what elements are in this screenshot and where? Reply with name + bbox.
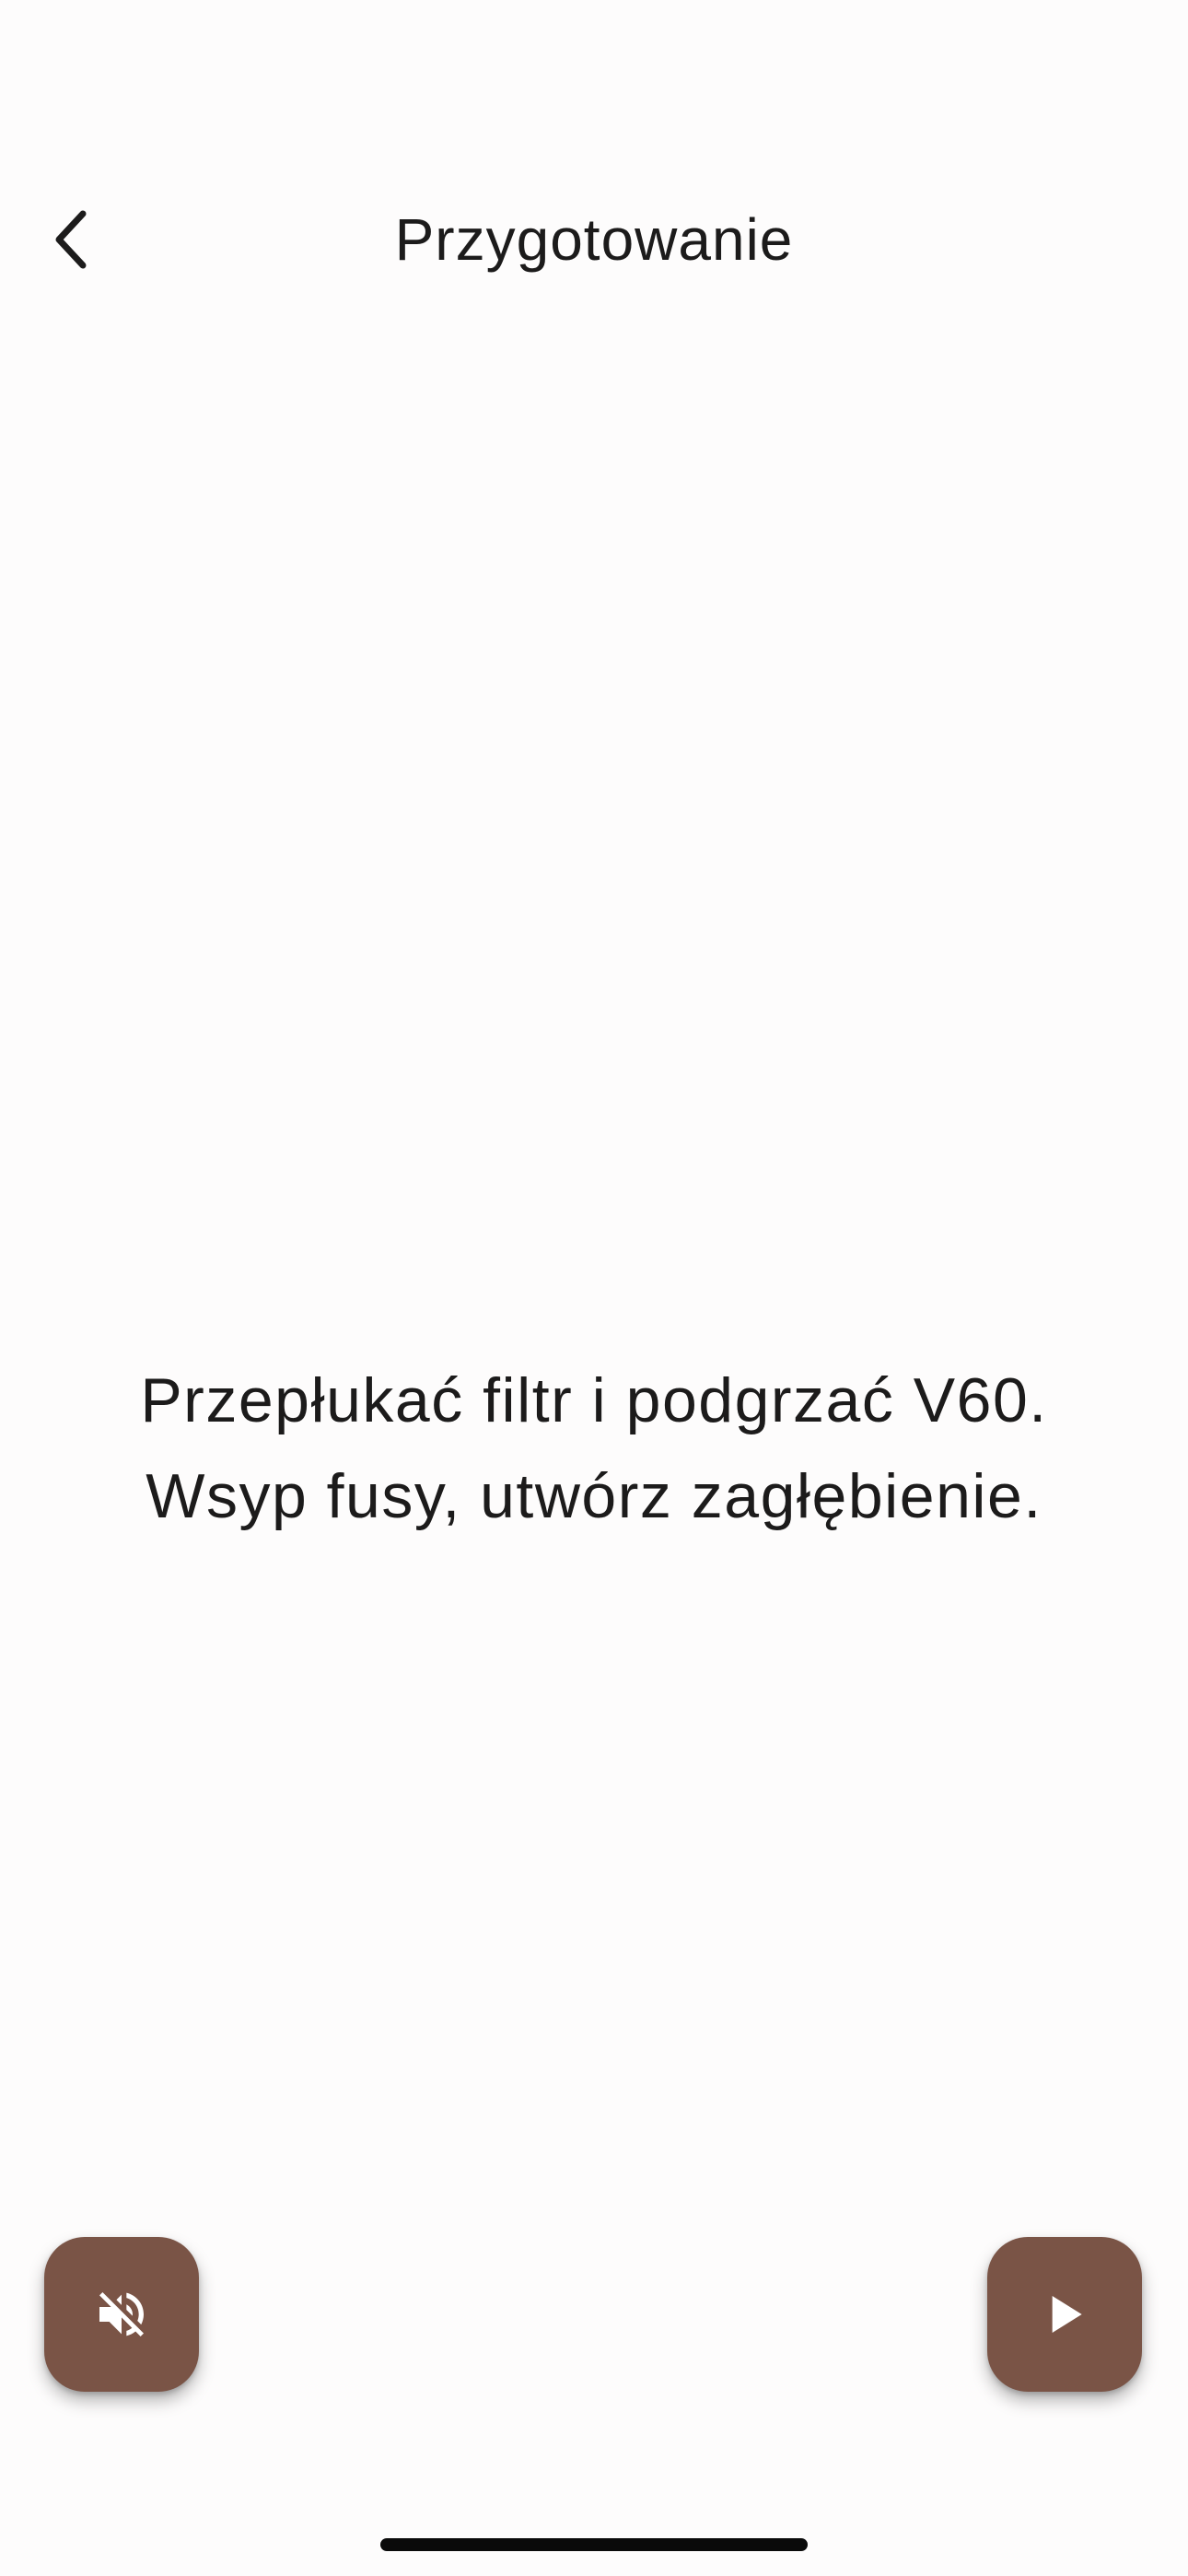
step-instructions: Przepłukać filtr i podgrzać V60. Wsyp fu… [55, 1352, 1133, 1544]
mute-button[interactable] [44, 2237, 199, 2392]
play-icon [1052, 2296, 1082, 2333]
volume-off-icon [99, 2292, 144, 2336]
chevron-left-icon [55, 210, 87, 269]
back-button[interactable] [18, 184, 129, 295]
instruction-line: Przepłukać filtr i podgrzać V60. [140, 1365, 1048, 1435]
page-title: Przygotowanie [394, 206, 794, 273]
instruction-line: Wsyp fusy, utwórz zagłębienie. [146, 1461, 1042, 1531]
play-button[interactable] [987, 2237, 1142, 2392]
home-indicator[interactable] [380, 2538, 808, 2551]
app-bar: Przygotowanie [0, 166, 1188, 313]
